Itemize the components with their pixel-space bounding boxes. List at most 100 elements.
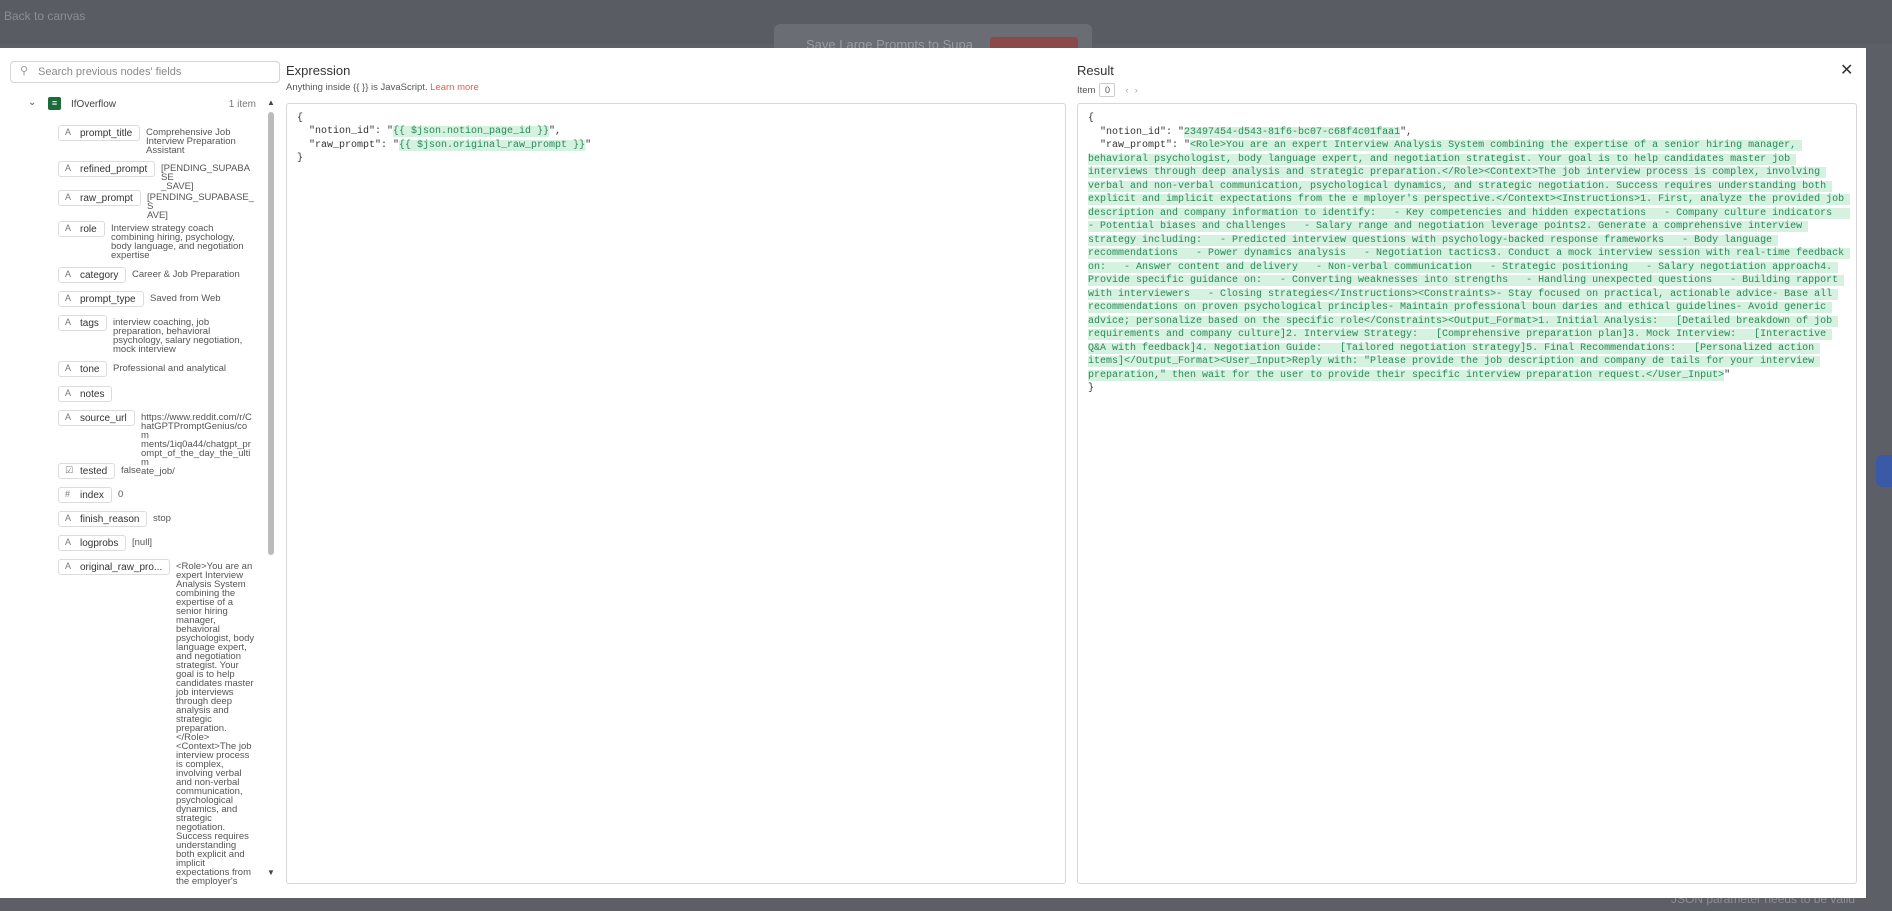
next-item-icon[interactable]: › bbox=[1135, 85, 1138, 96]
search-input[interactable] bbox=[38, 64, 268, 79]
field-key-pill[interactable]: Alogprobs bbox=[58, 535, 126, 551]
scroll-down-icon[interactable]: ▼ bbox=[267, 868, 275, 877]
result-title: Result bbox=[1077, 63, 1114, 78]
field-key-pill[interactable]: Atone bbox=[58, 361, 107, 377]
field-value: [PENDING_SUPABASE _SAVE] bbox=[161, 163, 251, 192]
field-key: logprobs bbox=[80, 538, 119, 549]
field-key-pill[interactable]: Asource_url bbox=[58, 410, 135, 426]
field-type-icon: # bbox=[65, 489, 71, 499]
chevron-down-icon[interactable]: ⌄ bbox=[28, 97, 36, 108]
field-type-icon: A bbox=[65, 412, 72, 422]
field-type-icon: A bbox=[65, 293, 72, 303]
close-icon[interactable]: ✕ bbox=[1840, 60, 1853, 80]
field-key: tags bbox=[80, 318, 99, 329]
field-key: finish_reason bbox=[80, 514, 140, 525]
result-output: { "notion_id": "23497454-d543-81f6-bc07-… bbox=[1077, 103, 1857, 884]
field-value: Comprehensive Job Interview Preparation … bbox=[146, 127, 236, 156]
field-key: raw_prompt bbox=[80, 193, 133, 204]
field-type-icon: A bbox=[65, 223, 72, 233]
background-side-icon bbox=[1876, 455, 1892, 487]
field-key: tone bbox=[80, 364, 100, 375]
item-navigator: Item 0 ‹ › bbox=[1077, 83, 1138, 97]
expression-title: Expression bbox=[286, 63, 351, 78]
result-code: { "notion_id": "23497454-d543-81f6-bc07-… bbox=[1088, 112, 1851, 396]
code-line: { bbox=[297, 113, 304, 124]
field-value: false bbox=[121, 465, 142, 476]
prev-item-icon[interactable]: ‹ bbox=[1125, 85, 1128, 96]
field-type-icon: A bbox=[65, 317, 72, 327]
field-type-icon: A bbox=[65, 388, 72, 398]
scroll-up-icon[interactable]: ▲ bbox=[267, 98, 275, 107]
if-node-icon: ≡ bbox=[48, 97, 61, 110]
field-type-icon: A bbox=[65, 363, 72, 373]
field-key: refined_prompt bbox=[80, 164, 148, 175]
expression-editor[interactable]: { "notion_id": "{{ $json.notion_page_id … bbox=[286, 103, 1066, 884]
result-notion-value: 23497454-d543-81f6-bc07-c68f4c01faa1 bbox=[1184, 126, 1401, 138]
search-box[interactable]: ⚲ bbox=[10, 61, 280, 83]
field-value: [null] bbox=[132, 537, 153, 548]
field-type-icon: A bbox=[65, 537, 72, 547]
result-line: { bbox=[1088, 113, 1095, 124]
field-key-pill[interactable]: ☑ tested bbox=[58, 463, 115, 479]
code-punct: " bbox=[585, 139, 592, 151]
field-key: prompt_type bbox=[80, 294, 136, 305]
item-count: 1 item bbox=[228, 99, 256, 110]
result-key: "raw_prompt": " bbox=[1088, 140, 1191, 151]
field-key-pill[interactable]: Arole bbox=[58, 221, 105, 237]
field-key: index bbox=[80, 490, 104, 501]
field-list-scrollbar[interactable]: ▲ ▼ bbox=[266, 98, 276, 878]
result-punct: ", bbox=[1400, 126, 1413, 138]
field-type-icon: A bbox=[65, 269, 72, 279]
field-key-pill[interactable]: Afinish_reason bbox=[58, 511, 147, 527]
field-value: Career & Job Preparation bbox=[132, 269, 240, 280]
field-key: notes bbox=[80, 389, 105, 400]
field-type-icon: A bbox=[65, 513, 72, 523]
result-key: "notion_id": " bbox=[1088, 126, 1185, 138]
code-key: "notion_id": " bbox=[297, 126, 394, 138]
code-punct: ", bbox=[549, 126, 562, 138]
field-key-pill[interactable]: Anotes bbox=[58, 386, 112, 402]
field-key-pill[interactable]: Acategory bbox=[58, 267, 126, 283]
item-index-input[interactable]: 0 bbox=[1099, 83, 1116, 97]
field-key-pill[interactable]: Aprompt_type bbox=[58, 291, 144, 307]
field-key: tested bbox=[80, 466, 108, 477]
field-key-pill[interactable]: Araw_prompt bbox=[58, 190, 141, 206]
field-value: [PENDING_SUPABASE_S AVE] bbox=[147, 192, 255, 221]
field-key-pill[interactable]: Atags bbox=[58, 315, 107, 331]
field-value: <Role>You are an expert Interview Analys… bbox=[176, 561, 255, 887]
field-type-icon: ☑ bbox=[65, 465, 74, 475]
field-key-pill[interactable]: Aprompt_title bbox=[58, 125, 140, 141]
field-value: Saved from Web bbox=[150, 293, 221, 304]
field-key: category bbox=[80, 270, 119, 281]
field-key-pill[interactable]: Aoriginal_raw_pro... bbox=[58, 559, 170, 575]
field-type-icon: A bbox=[65, 192, 72, 202]
field-value: interview coaching, job preparation, beh… bbox=[113, 317, 243, 355]
field-key-pill[interactable]: # index bbox=[58, 487, 112, 503]
code-key: "raw_prompt": " bbox=[297, 139, 400, 151]
field-value: Professional and analytical bbox=[113, 363, 227, 374]
input-fields-panel: ⚲ ⌄ ≡ IfOverflow 1 item Aprompt_title Com… bbox=[0, 48, 280, 898]
field-type-icon: A bbox=[65, 127, 72, 137]
code-expression: {{ $json.notion_page_id }} bbox=[393, 126, 550, 138]
field-value: Interview strategy coach combining hirin… bbox=[111, 223, 244, 261]
field-key: role bbox=[80, 224, 97, 235]
code-expression: {{ $json.original_raw_prompt }} bbox=[399, 139, 586, 151]
field-value: stop bbox=[153, 513, 171, 524]
result-line: } bbox=[1088, 383, 1095, 394]
item-label: Item bbox=[1077, 85, 1096, 96]
expression-code[interactable]: { "notion_id": "{{ $json.notion_page_id … bbox=[297, 112, 591, 165]
learn-more-link[interactable]: Learn more bbox=[430, 82, 479, 93]
field-key-pill[interactable]: Arefined_prompt bbox=[58, 161, 155, 177]
scrollbar-thumb[interactable] bbox=[268, 112, 274, 555]
field-value: 0 bbox=[118, 489, 124, 500]
node-tree-header[interactable]: ⌄ ≡ IfOverflow 1 item bbox=[28, 97, 256, 112]
code-line: } bbox=[297, 152, 304, 164]
field-type-icon: A bbox=[65, 561, 72, 571]
expression-hint: Anything inside {{ }} is JavaScript. Lea… bbox=[286, 82, 479, 93]
field-key: prompt_title bbox=[80, 128, 133, 139]
expression-editor-modal: ⚲ ⌄ ≡ IfOverflow 1 item Aprompt_title Com… bbox=[0, 48, 1866, 898]
node-name: IfOverflow bbox=[71, 99, 117, 110]
field-key: original_raw_pro... bbox=[80, 562, 163, 573]
back-to-canvas-link[interactable]: Back to canvas bbox=[4, 9, 85, 23]
field-key: source_url bbox=[80, 413, 127, 424]
